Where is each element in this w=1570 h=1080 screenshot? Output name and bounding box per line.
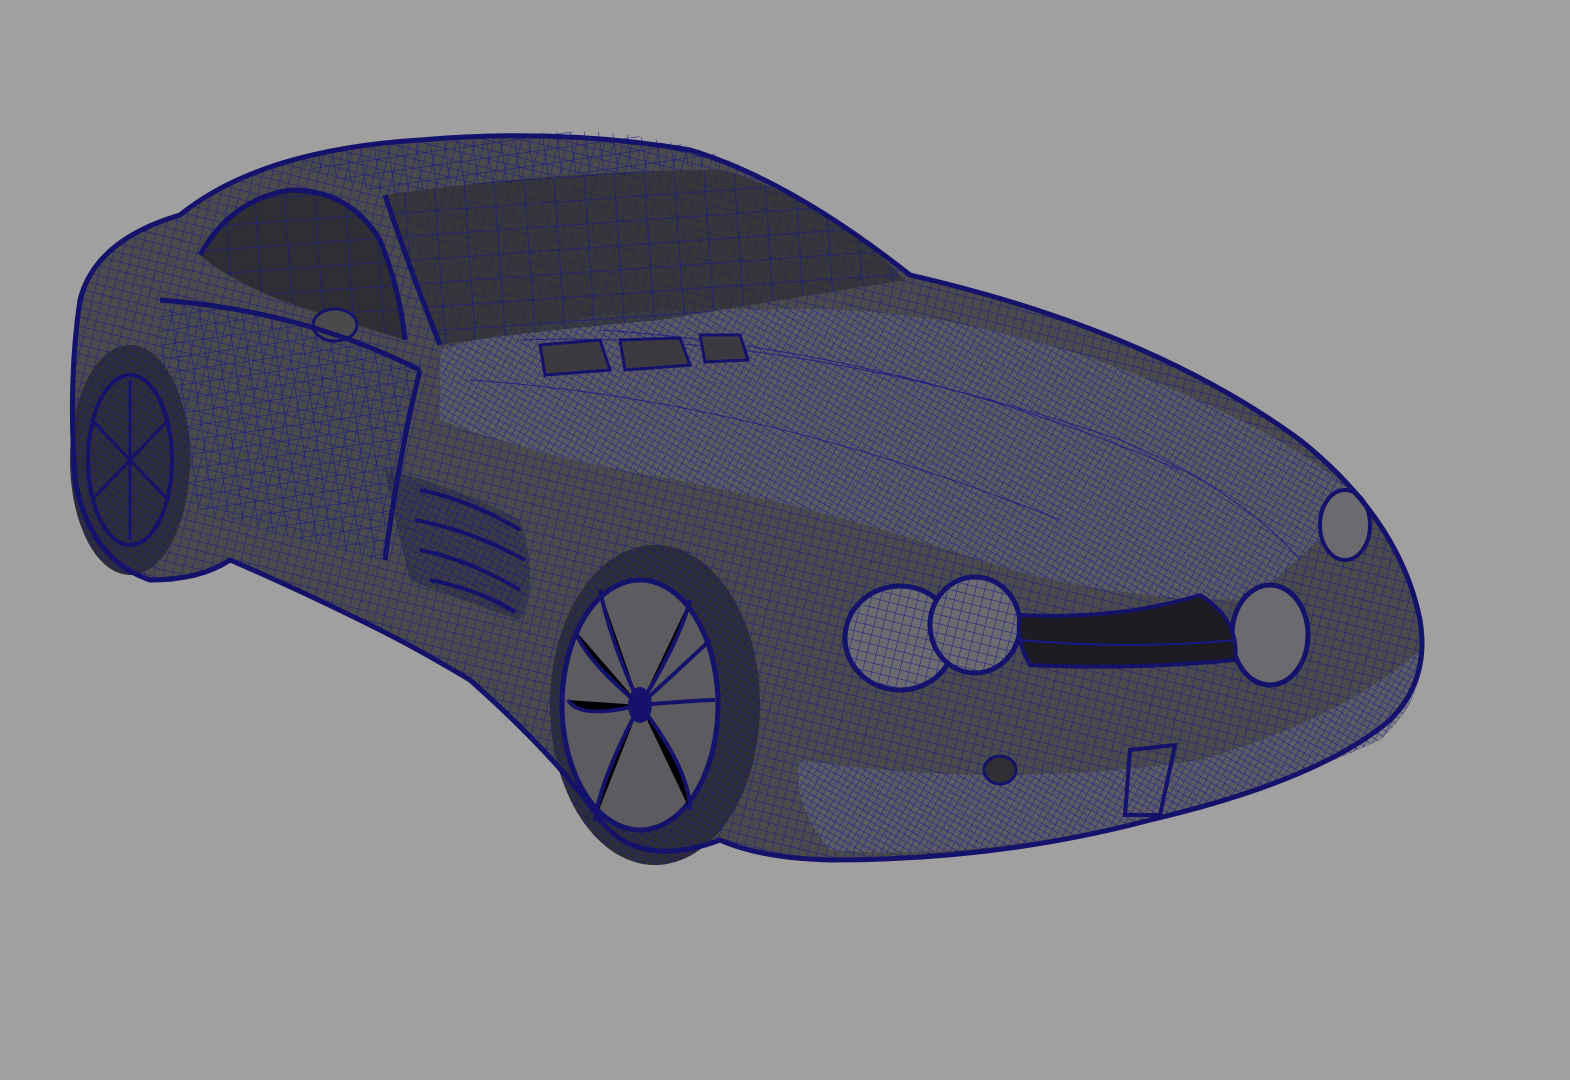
car-rear-wheel[interactable] bbox=[70, 345, 190, 575]
3d-viewport[interactable] bbox=[0, 0, 1570, 1080]
viewport-canvas[interactable] bbox=[0, 0, 1570, 1080]
car-front-wheel[interactable] bbox=[550, 545, 760, 865]
